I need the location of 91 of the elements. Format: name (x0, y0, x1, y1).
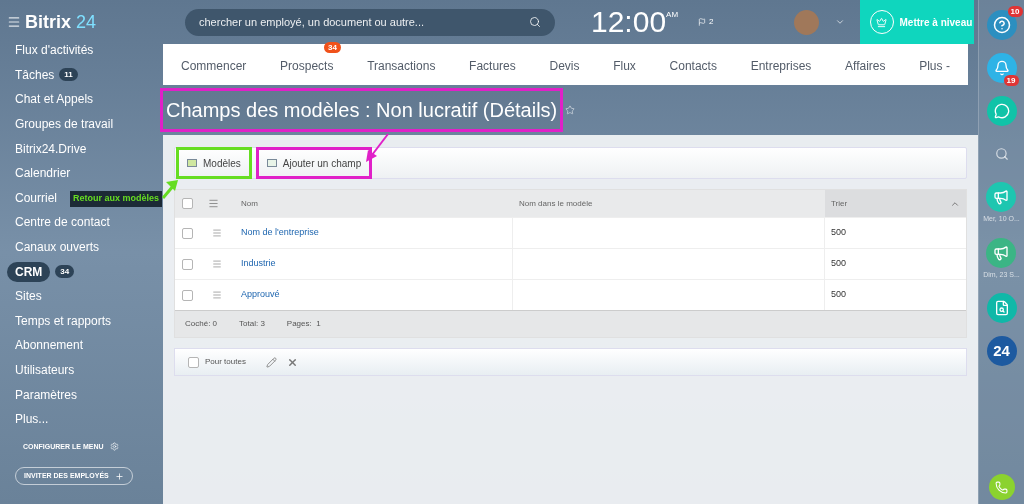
bitrix24-logo[interactable]: 24 (986, 336, 1017, 366)
row-menu-icon[interactable] (212, 228, 222, 238)
add-field-button[interactable]: Ajouter un champ (255, 147, 373, 179)
megaphone-icon (993, 189, 1010, 205)
count-badge: 11 (59, 68, 78, 82)
caret-icon[interactable] (834, 17, 845, 27)
templates-button[interactable]: Modèles (176, 147, 252, 179)
checkbox[interactable] (182, 258, 193, 270)
sidebar-item[interactable]: Courriel (15, 188, 57, 207)
clock-suffix: AM (666, 9, 679, 19)
logo[interactable]: Bitrix 24 (25, 8, 97, 36)
delete-icon[interactable] (286, 356, 298, 368)
nav-tab[interactable]: Prospects (280, 58, 334, 73)
sidebar-item[interactable]: Canaux ouverts (15, 238, 100, 257)
field-name-link[interactable]: Nom de l'entreprise (241, 226, 319, 240)
annotation-label: Retour aux modèles (73, 192, 160, 205)
footer-stat: Total: 3 (239, 318, 265, 330)
column-header[interactable]: Trier (825, 190, 966, 217)
nav-tab[interactable]: Flux (613, 58, 636, 73)
count-badge: 34 (324, 41, 341, 53)
phone-icon (995, 480, 1008, 494)
column-header[interactable]: Nom (235, 190, 513, 217)
call-button[interactable] (988, 474, 1015, 500)
table-cell: 500 (831, 289, 847, 300)
notifications-button[interactable] (986, 53, 1017, 83)
row-menu-icon[interactable] (212, 290, 222, 300)
sidebar-item[interactable]: Bitrix24.Drive (15, 139, 87, 158)
count-badge: 34 (55, 265, 75, 279)
search-field[interactable]: chercher un employé, un document ou autre... (185, 8, 555, 36)
sidebar-item[interactable]: Paramètres (15, 385, 78, 404)
notification-badge: 10 (1007, 6, 1023, 17)
document-search-button[interactable] (986, 293, 1017, 323)
footer-stat: Coché: 0 (185, 318, 218, 330)
table-cell: 500 (831, 227, 847, 238)
checkbox[interactable] (182, 227, 193, 239)
checkbox[interactable] (182, 289, 193, 301)
sidebar-item[interactable]: Utilisateurs (15, 361, 75, 379)
nav-tab[interactable]: Plus - (919, 58, 950, 73)
field-name-link[interactable]: Industrie (241, 257, 276, 271)
list-icon (187, 159, 197, 167)
sidebar-item[interactable]: Tâches (15, 65, 55, 84)
nav-tab[interactable]: Devis (549, 58, 580, 73)
chat-button[interactable] (986, 96, 1017, 126)
nav-tab[interactable]: Factures (469, 58, 516, 73)
help-icon (992, 16, 1011, 34)
megaphone-button[interactable] (986, 237, 1017, 268)
clock-time: 12:00 (591, 7, 667, 37)
table-cell: 500 (831, 258, 847, 269)
sidebar-item[interactable]: Flux d'activités (15, 41, 94, 60)
nav-tab[interactable]: Entreprises (750, 58, 812, 73)
megaphone-icon (993, 244, 1010, 261)
sidebar-item[interactable]: Sites (15, 287, 42, 306)
flag-icon (698, 18, 707, 26)
sidebar-item[interactable]: Groupes de travail (15, 115, 114, 134)
search-icon (529, 16, 541, 28)
menu-icon[interactable] (7, 15, 21, 29)
bell-icon (993, 60, 1010, 76)
sidebar-item[interactable]: CRM (7, 261, 51, 282)
sidebar-item[interactable]: Temps et rapports (15, 311, 112, 330)
sidebar-item[interactable]: Abonnement (15, 336, 84, 355)
column-menu-icon[interactable] (208, 198, 219, 209)
plus-icon (114, 471, 124, 481)
field-name-link[interactable]: Approuvé (241, 288, 280, 302)
sidebar-item[interactable]: Centre de contact (15, 213, 110, 232)
nav-tab[interactable]: Transactions (367, 58, 436, 73)
page-title: Champs des modèles : Non lucratif (Détails) (160, 88, 564, 132)
nav-tab[interactable]: Commencer (181, 58, 247, 73)
column-header[interactable]: Nom dans le modèle (513, 190, 825, 217)
chat-icon (993, 103, 1010, 119)
help-button[interactable] (986, 10, 1017, 40)
annotation-arrow (366, 133, 389, 162)
sidebar-item[interactable]: Plus... (15, 410, 49, 429)
crown-icon (876, 16, 888, 28)
edit-icon[interactable] (265, 356, 277, 368)
notification-badge: 19 (1003, 75, 1019, 86)
checkbox[interactable] (182, 198, 193, 209)
sidebar-item[interactable]: Chat et Appels (15, 90, 94, 109)
nav-tab[interactable]: Contacts (669, 58, 717, 73)
star-icon[interactable] (565, 105, 576, 115)
add-list-icon (266, 159, 277, 167)
apply-all-label: Pour toutes (205, 356, 246, 368)
search-icon[interactable] (994, 147, 1009, 161)
settings-icon[interactable] (109, 442, 119, 452)
nav-tab[interactable]: Affaires (845, 58, 886, 73)
document-search-icon (993, 300, 1010, 316)
footer-stat: Pages: 1 (286, 318, 321, 330)
row-menu-icon[interactable] (212, 259, 222, 269)
flag-count: 2 (709, 16, 714, 28)
checkbox[interactable] (188, 356, 199, 368)
megaphone-button[interactable] (986, 182, 1017, 212)
sidebar-item[interactable]: Calendrier (15, 164, 71, 183)
